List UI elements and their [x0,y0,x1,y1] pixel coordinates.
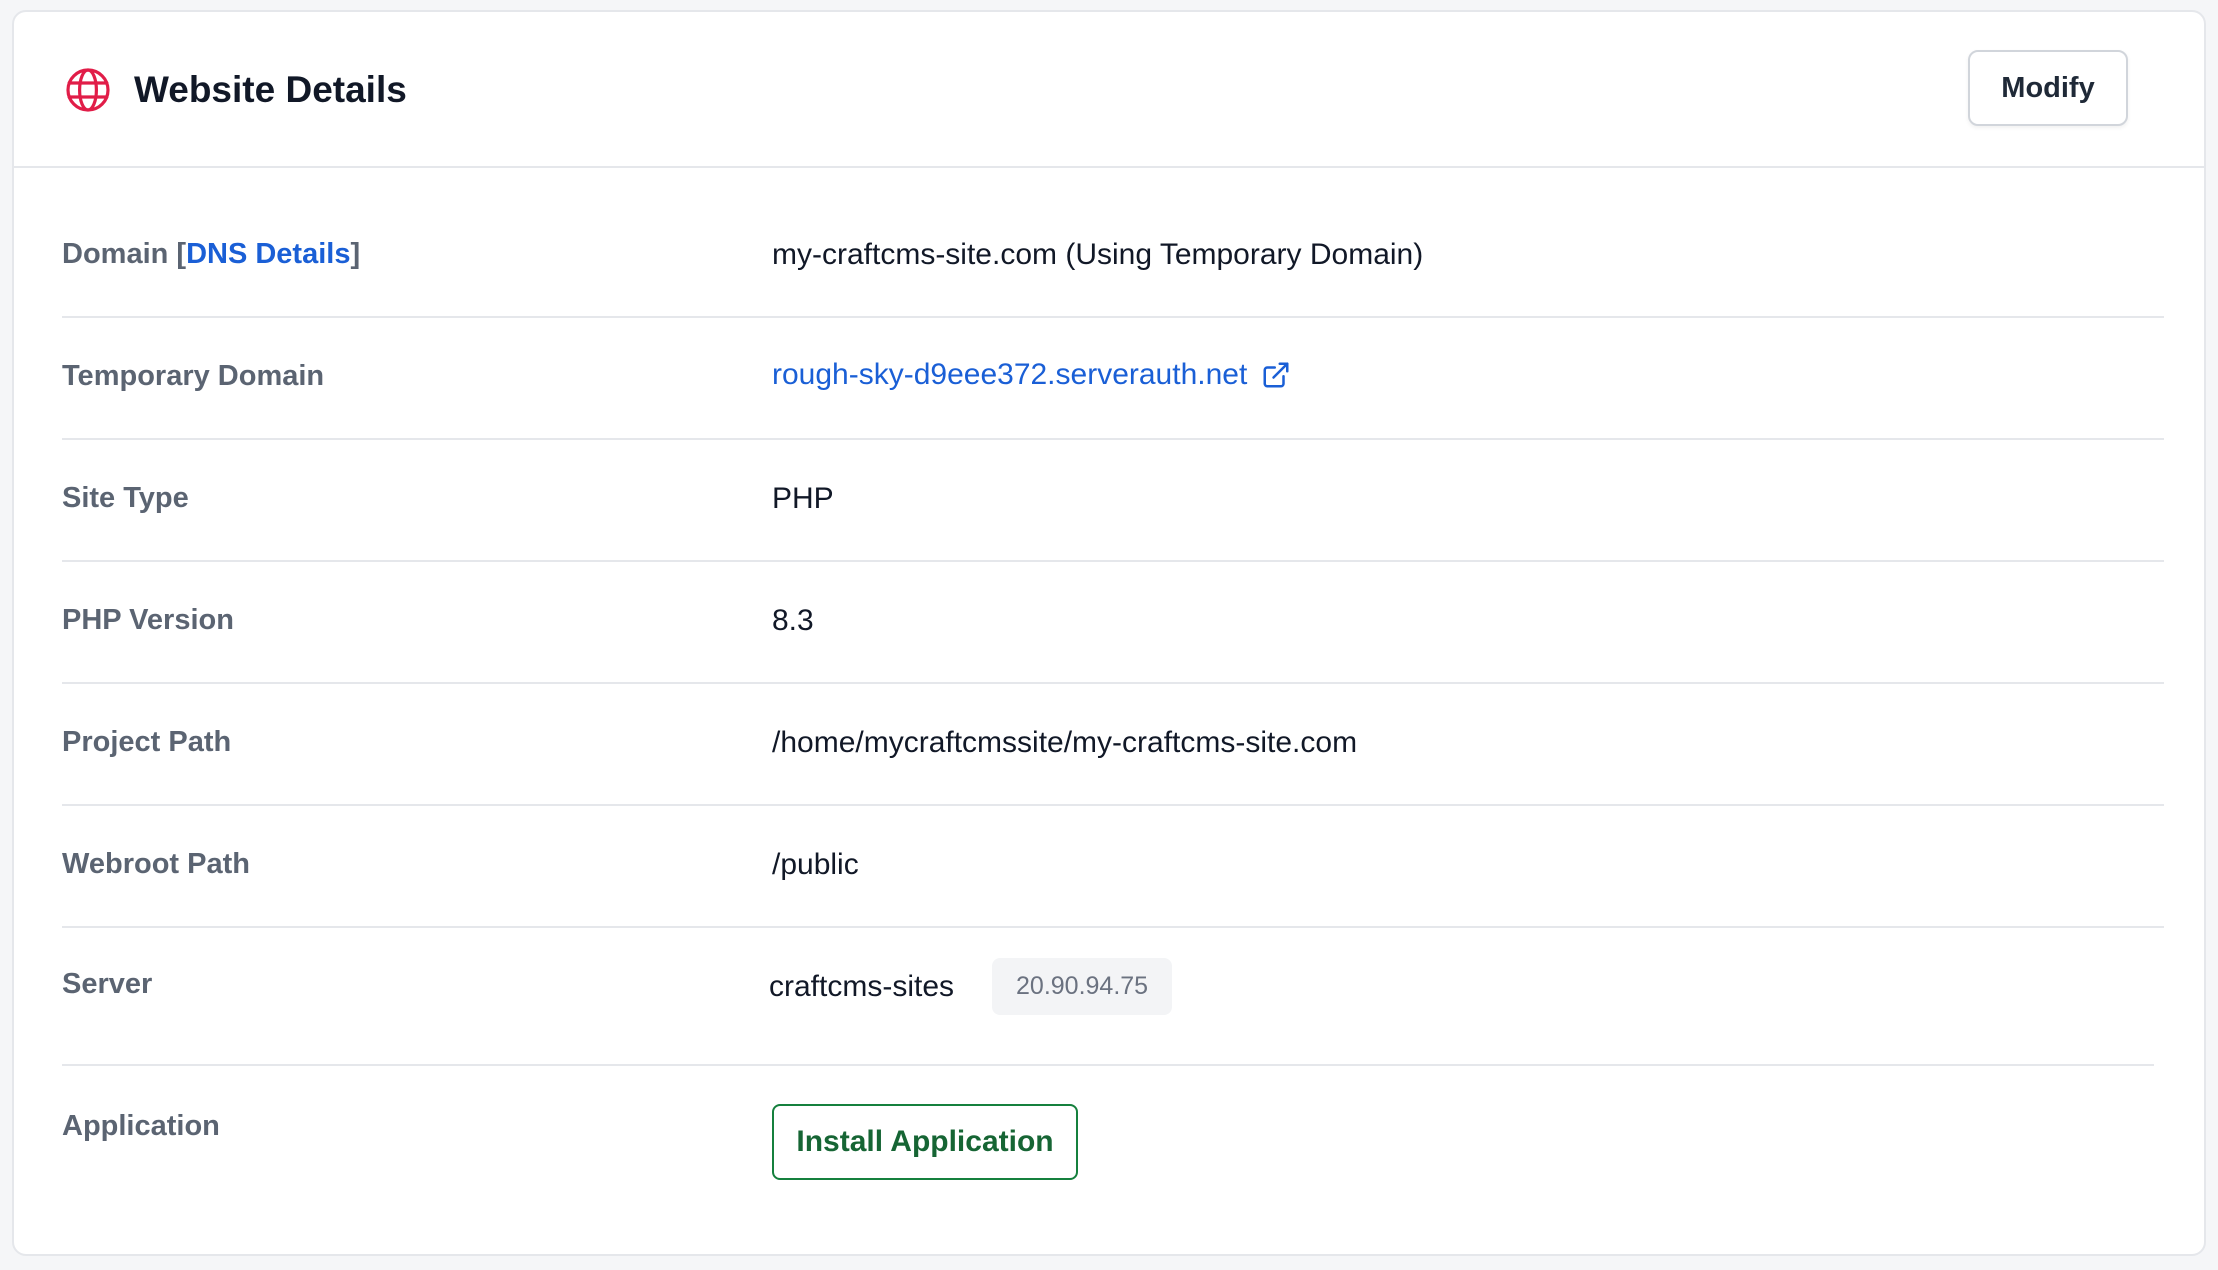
site-type-label: Site Type [62,482,189,514]
temporary-domain-link[interactable]: rough-sky-d9eee372.serverauth.net [772,358,1247,392]
project-path-value: /home/mycraftcmssite/my-craftcms-site.co… [772,726,1358,759]
detail-row-project-path: Project Path /home/mycraftcmssite/my-cra… [62,684,2164,806]
application-label: Application [62,1110,220,1142]
application-value: Install Application [772,1104,1078,1180]
detail-row-domain: Domain [DNS Details] my-craftcms-site.co… [62,168,2164,318]
php-version-value: 8.3 [772,604,814,637]
website-details-card: Website Details Modify Domain [DNS Detai… [12,10,2206,1256]
domain-value: my-craftcms-site.com (Using Temporary Do… [772,238,1424,271]
server-value: craftcms-sites 20.90.94.75 [769,958,1173,1015]
site-type-value: PHP [772,482,834,515]
globe-icon [66,68,110,112]
project-path-label: Project Path [62,726,232,758]
dns-details-link[interactable]: DNS Details [186,238,350,270]
server-name: craftcms-sites [769,969,955,1003]
detail-row-temporary-domain: Temporary Domain rough-sky-d9eee372.serv… [62,318,2164,440]
domain-label: Domain [DNS Details] [62,238,361,270]
temporary-domain-label: Temporary Domain [62,360,325,392]
page-title: Website Details [134,69,407,110]
server-label: Server [62,968,153,1000]
detail-row-application: Application Install Application [62,1066,2164,1216]
webroot-path-label: Webroot Path [62,848,250,880]
install-application-button[interactable]: Install Application [772,1104,1078,1180]
external-link-icon[interactable] [1261,360,1291,390]
php-version-label: PHP Version [62,604,234,636]
modify-button[interactable]: Modify [1968,50,2128,126]
detail-row-php-version: PHP Version 8.3 [62,562,2164,684]
server-ip-badge: 20.90.94.75 [992,958,1173,1015]
webroot-path-value: /public [772,848,859,881]
detail-row-site-type: Site Type PHP [62,440,2164,562]
temporary-domain-value: rough-sky-d9eee372.serverauth.net [772,358,1291,392]
card-header: Website Details Modify [14,12,2204,168]
detail-row-webroot-path: Webroot Path /public [62,806,2164,928]
detail-row-server: Server craftcms-sites 20.90.94.75 [62,928,2154,1066]
domain-label-text: Domain [62,238,169,270]
